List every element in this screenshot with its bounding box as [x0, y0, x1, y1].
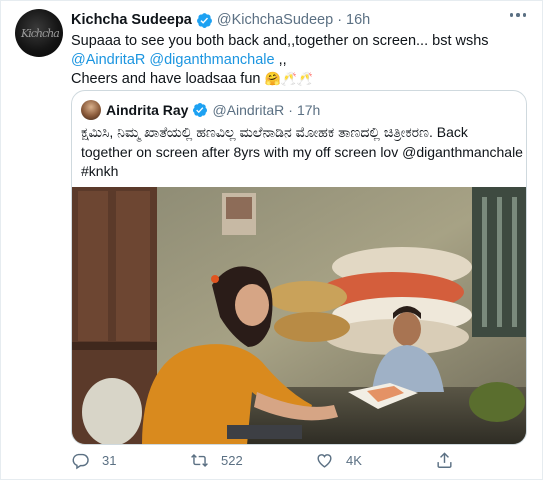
mention-link: @diganthmanchale [402, 143, 523, 160]
quoted-tweet-time: 17h [296, 102, 321, 118]
tweet-actions: 31 522 4K [71, 451, 511, 473]
verified-badge-icon [193, 103, 208, 117]
tweet-header: Kichcha Sudeepa @KichchaSudeep · 16h [71, 11, 370, 29]
retweet-count: 522 [221, 453, 243, 468]
header-separator: · [337, 12, 343, 28]
share-icon [437, 452, 452, 468]
reply-button[interactable]: 31 [71, 451, 116, 470]
author-handle[interactable]: @KichchaSudeep [217, 12, 333, 28]
quoted-tweet-header: Aindrita Ray @AindritaR · 17h [106, 101, 320, 119]
verified-badge-icon [196, 12, 212, 28]
reply-count: 31 [102, 453, 117, 468]
share-button[interactable] [435, 451, 466, 470]
tweet-text: Supaaa to see you both back and,,togethe… [71, 32, 531, 89]
mention-link[interactable]: @AindritaR [71, 52, 145, 68]
quoted-author-handle: @AindritaR [212, 102, 285, 118]
mention-link[interactable]: @diganthmanchale [149, 52, 274, 68]
avatar-signature: Kichcha [21, 27, 60, 40]
tweet-text-line: Cheers and have loadsaa fun [71, 71, 261, 87]
like-icon [317, 454, 332, 468]
tweet-card[interactable]: Kichcha Kichcha Sudeepa @KichchaSudeep ·… [0, 0, 543, 480]
quoted-tweet[interactable]: Aindrita Ray @AindritaR · 17h ಕ್ಷಮಿಸಿ, ನ… [71, 90, 527, 445]
hashtag: #knkh [81, 163, 119, 179]
quoted-tweet-text: ಕ್ಷಮಿಸಿ, ನಿಮ್ಮ ಖಾತೆಯಲ್ಲಿ ಹಣವಿಲ್ಲ ಮಲೆನಾಡಿ… [81, 123, 523, 182]
retweet-icon [191, 453, 208, 468]
quoted-author-avatar [81, 100, 101, 120]
author-avatar[interactable]: Kichcha [15, 9, 63, 57]
quoted-text-line: ಕ್ಷಮಿಸಿ, ನಿಮ್ಮ ಖಾತೆಯಲ್ಲಿ ಹಣವಿಲ್ಲ ಮಲೆನಾಡಿ… [81, 124, 468, 140]
header-separator: · [288, 102, 293, 118]
author-name[interactable]: Kichcha Sudeepa [71, 12, 192, 28]
more-options-icon[interactable] [509, 13, 526, 17]
like-button[interactable]: 4K [315, 451, 362, 470]
tweet-photo[interactable] [72, 187, 526, 445]
reply-icon [72, 453, 89, 470]
like-count: 4K [346, 453, 362, 468]
tweet-text-fragment: ,, [274, 52, 287, 68]
quoted-author-name: Aindrita Ray [106, 102, 189, 118]
emoji-text: 🤗🥂🥂 [264, 72, 314, 87]
tweet-text-line: Supaaa to see you both back and,,togethe… [71, 33, 489, 49]
quoted-text-fragment: together on screen after 8yrs with my of… [81, 143, 403, 160]
retweet-button[interactable]: 522 [190, 451, 243, 470]
tweet-time[interactable]: 16h [346, 12, 370, 28]
